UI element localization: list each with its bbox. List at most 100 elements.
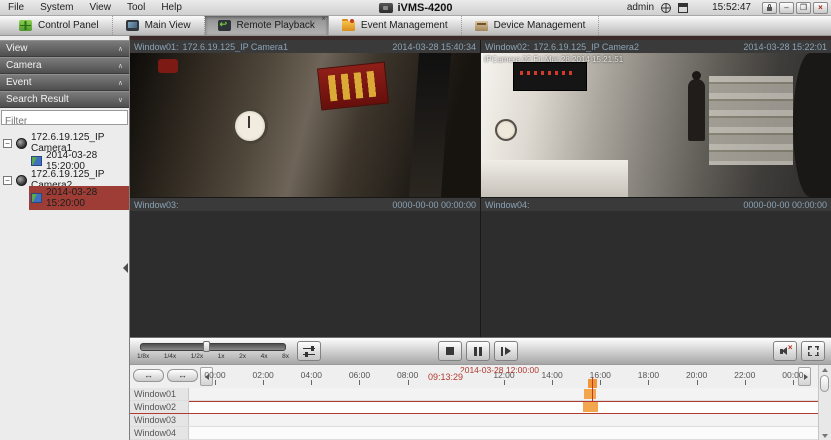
filter-box: [1, 110, 128, 125]
tick-label: 18:00: [638, 370, 659, 380]
window-name: Window04:: [485, 200, 530, 210]
panel-header-view[interactable]: View∧: [0, 40, 129, 57]
menu-system[interactable]: System: [32, 2, 81, 13]
camera-tree: −172.6.19.125_IP Camera12014-03-28 15:20…: [0, 127, 129, 206]
stream-settings-button[interactable]: [297, 341, 321, 361]
close-tab-icon[interactable]: ×: [321, 15, 326, 23]
minimize-button[interactable]: –: [779, 2, 794, 14]
menu-bar: FileSystemViewToolHelp iVMS-4200 admin 1…: [0, 0, 831, 16]
lock-button[interactable]: [762, 2, 777, 14]
device-management-icon: [475, 21, 488, 31]
menu-tool[interactable]: Tool: [119, 2, 153, 13]
timeline-row-window04[interactable]: Window04: [130, 427, 831, 440]
video-header: Window03: 0000-00-00 00:00:00: [130, 198, 480, 211]
speed-option-1x[interactable]: 1x: [218, 353, 225, 360]
tab-main-view[interactable]: Main View: [113, 16, 205, 35]
collapse-minus-icon[interactable]: −: [3, 176, 12, 185]
search-result-item[interactable]: 2014-03-28 15:20:00: [0, 190, 129, 206]
clock-shape: [495, 119, 517, 141]
tick-label: 14:00: [541, 370, 562, 380]
speed-option-1-8x[interactable]: 1/8x: [137, 353, 149, 360]
timeline-scrollbar[interactable]: [818, 365, 831, 440]
timeline-row-window01[interactable]: Window01: [130, 388, 831, 401]
tab-remote-playback[interactable]: Remote Playback×: [205, 16, 329, 35]
panel-header-search-result[interactable]: Search Result∨: [0, 91, 129, 108]
pause-button[interactable]: [466, 341, 490, 361]
speaker-mute-icon: ×: [780, 347, 791, 356]
remote-playback-icon: [218, 20, 231, 31]
speed-option-1-4x[interactable]: 1/4x: [164, 353, 176, 360]
fullscreen-icon: [808, 346, 819, 356]
ivms-4200-window: FileSystemViewToolHelp iVMS-4200 admin 1…: [0, 0, 831, 440]
video-window-3[interactable]: Window03: 0000-00-00 00:00:00: [130, 198, 480, 337]
filter-input[interactable]: [2, 115, 127, 128]
tick-label: 08:00: [397, 370, 418, 380]
chevron-down-icon: ∨: [118, 96, 123, 104]
video-window-1[interactable]: Window01: 172.6.19.125_IP Camera1 2014-0…: [130, 40, 480, 197]
recording-segment[interactable]: [583, 402, 598, 412]
single-frame-button[interactable]: [494, 341, 518, 361]
menu-help[interactable]: Help: [153, 2, 190, 13]
speed-option-2x[interactable]: 2x: [239, 353, 246, 360]
close-button[interactable]: ×: [813, 2, 828, 14]
fullscreen-button[interactable]: [801, 341, 825, 361]
playback-timeline: 00:0002:0004:0006:0008:0012:0014:0016:00…: [130, 364, 831, 440]
scroll-down-icon[interactable]: [822, 434, 828, 438]
camera-osd-text: IPCamera 02 Fri Mar 28 2014 15:21:51: [484, 55, 623, 64]
dark-edge-shape: [793, 53, 831, 197]
video-frame-store: [481, 53, 831, 197]
search-result-item[interactable]: 2014-03-28 15:20:00: [0, 153, 129, 169]
tab-event-management[interactable]: Event Management: [329, 16, 462, 35]
scroll-up-icon[interactable]: [822, 368, 828, 372]
video-header: Window04: 0000-00-00 00:00:00: [481, 198, 831, 211]
camera-icon: [16, 138, 27, 149]
pole-shape: [408, 53, 450, 197]
panel-header-camera[interactable]: Camera∧: [0, 57, 129, 74]
menu-view[interactable]: View: [81, 2, 119, 13]
timeline-zoom-in-button[interactable]: [167, 369, 198, 382]
timeline-current-time: 09:13:29: [427, 372, 464, 382]
tab-control-panel[interactable]: Control Panel: [6, 16, 113, 35]
video-window-4[interactable]: Window04: 0000-00-00 00:00:00: [481, 198, 831, 337]
chevron-up-icon: ∧: [118, 45, 123, 53]
window-timestamp: 0000-00-00 00:00:00: [743, 200, 827, 210]
chevron-up-icon: ∧: [118, 79, 123, 87]
playhead-line: [592, 377, 593, 402]
timeline-row-window03[interactable]: Window03: [130, 414, 831, 427]
chevron-up-icon: ∧: [118, 62, 123, 70]
video-window-2[interactable]: Window02: 172.6.19.125_IP Camera2 2014-0…: [481, 40, 831, 197]
username-label: admin: [627, 2, 654, 13]
tab-device-management[interactable]: Device Management: [462, 16, 600, 35]
speed-slider-handle[interactable]: [203, 341, 210, 352]
timeline-row-window02[interactable]: Window02: [130, 401, 831, 414]
speed-option-1-2x[interactable]: 1/2x: [191, 353, 203, 360]
window-timestamp: 2014-03-28 15:22:01: [743, 42, 827, 52]
volume-button[interactable]: ×: [773, 341, 797, 361]
menu-file[interactable]: File: [0, 2, 32, 13]
sidebar-collapse-handle[interactable]: [123, 263, 128, 273]
user-area: admin 15:52:47 – ❒ ×: [627, 2, 831, 14]
speed-labels: 1/8x 1/4x 1/2x 1x 2x 4x 8x: [135, 352, 291, 360]
globe-icon[interactable]: [661, 3, 671, 13]
sliders-icon: [303, 346, 315, 357]
event-management-icon: [342, 21, 355, 31]
speed-slider[interactable]: [140, 343, 286, 351]
calendar-icon[interactable]: [678, 3, 688, 13]
speed-option-4x[interactable]: 4x: [261, 353, 268, 360]
speed-control: 1/8x 1/4x 1/2x 1x 2x 4x 8x: [135, 341, 291, 360]
tick-label: 02:00: [253, 370, 274, 380]
clock-shape: [232, 108, 268, 144]
collapse-minus-icon[interactable]: −: [3, 139, 12, 148]
window-camera: 172.6.19.125_IP Camera1: [183, 42, 288, 52]
recording-segment[interactable]: [584, 389, 596, 399]
window-name: Window03:: [134, 200, 179, 210]
stop-button[interactable]: [438, 341, 462, 361]
speed-option-8x[interactable]: 8x: [282, 353, 289, 360]
panel-header-event[interactable]: Event∧: [0, 74, 129, 91]
menu-list: FileSystemViewToolHelp: [0, 2, 190, 13]
timeline-zoom-out-button[interactable]: [133, 369, 164, 382]
scrollbar-thumb[interactable]: [820, 375, 829, 392]
restore-button[interactable]: ❒: [796, 2, 811, 14]
counter-shape: [481, 160, 628, 197]
video-file-icon: [31, 193, 42, 203]
